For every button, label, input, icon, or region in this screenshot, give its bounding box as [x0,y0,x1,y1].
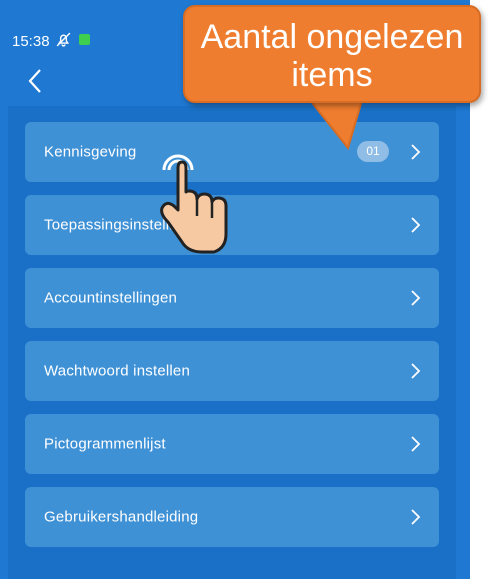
menu-item-gebruikershandleiding[interactable]: Gebruikershandleiding [25,487,439,547]
callout-text: Aantal ongelezen items [183,18,481,94]
tap-hand-icon [160,154,228,254]
menu-item-label: Accountinstellingen [44,289,178,307]
callout-line-1: Aantal ongelezen [200,18,464,56]
bell-off-icon [56,32,71,47]
callout-line-2: items [291,56,373,94]
menu-item-label: Gebruikershandleiding [44,508,199,526]
menu-item-wachtwoord-instellen[interactable]: Wachtwoord instellen [25,341,439,401]
menu-item-accountinstellingen[interactable]: Accountinstellingen [25,268,439,328]
menu-item-label: Pictogrammenlijst [44,435,166,453]
app-notification-icon [79,34,90,45]
chevron-right-icon [411,436,421,452]
menu-item-label: Wachtwoord instellen [44,362,191,380]
chevron-right-icon [411,144,421,160]
menu-list: Kennisgeving 01 Toepassingsinstellingen … [8,106,456,579]
status-time: 15:38 [12,33,50,50]
chevron-right-icon [411,290,421,306]
chevron-right-icon [411,363,421,379]
menu-item-label: Kennisgeving [44,143,137,161]
chevron-left-icon[interactable] [24,66,48,96]
chevron-right-icon [411,509,421,525]
menu-item-pictogrammenlijst[interactable]: Pictogrammenlijst [25,414,439,474]
callout-pointer [308,100,364,151]
menu-item-toepassingsinstellingen[interactable]: Toepassingsinstellingen [25,195,439,255]
chevron-right-icon [411,217,421,233]
